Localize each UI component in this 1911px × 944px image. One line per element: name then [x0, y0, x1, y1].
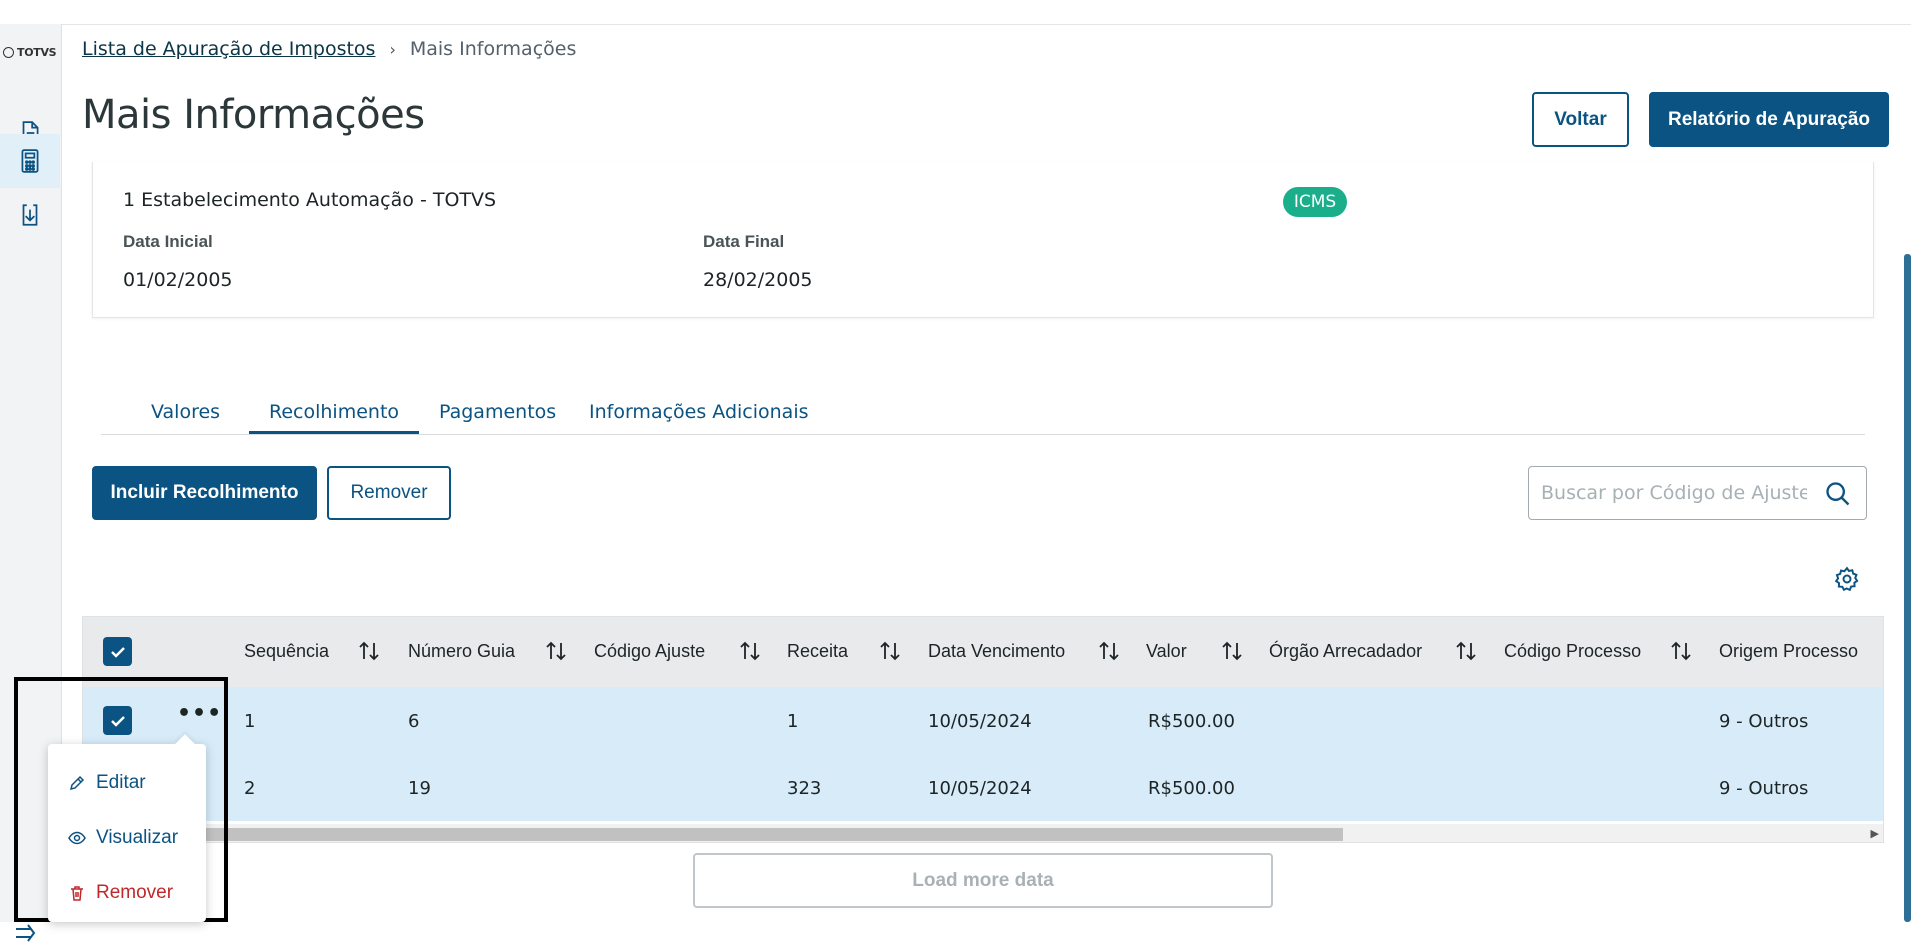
cell-data-vencimento: 10/05/2024 [928, 711, 1032, 732]
totvs-logo: TOTVS [3, 46, 57, 59]
eye-icon [68, 831, 86, 845]
table-row[interactable]: 2 19 323 10/05/2024 R$500.00 9 - Outros [83, 754, 1883, 821]
breadcrumb-link-lista[interactable]: Lista de Apuração de Impostos [82, 38, 375, 60]
sort-icon[interactable] [1455, 639, 1477, 663]
table-header: Sequência Número Guia Código Ajuste Rece… [83, 617, 1883, 687]
establishment-text: 1 Estabelecimento Automação - TOTVS [123, 189, 497, 211]
vertical-scrollbar[interactable] [1904, 254, 1911, 922]
top-divider [0, 24, 1911, 25]
column-header-sequencia[interactable]: Sequência [244, 641, 329, 662]
cell-receita: 323 [787, 778, 822, 799]
pencil-icon [69, 775, 85, 791]
sidebar-item-calculator[interactable] [0, 134, 60, 188]
menu-item-label: Editar [96, 772, 146, 793]
back-button[interactable]: Voltar [1532, 92, 1629, 147]
cell-numero-guia: 6 [408, 711, 420, 732]
menu-item-remover[interactable]: Remover [68, 882, 173, 904]
cell-valor: R$500.00 [1148, 711, 1235, 732]
include-recolhimento-button[interactable]: Incluir Recolhimento [92, 466, 317, 520]
tab-bar: Valores Recolhimento Pagamentos Informaç… [101, 372, 1865, 435]
download-icon [22, 204, 38, 226]
check-icon [110, 646, 125, 658]
breadcrumb: Lista de Apuração de Impostos › Mais Inf… [82, 38, 576, 60]
trash-icon [71, 886, 83, 901]
cell-receita: 1 [787, 711, 799, 732]
sort-icon[interactable] [1098, 639, 1120, 663]
column-header-numero-guia[interactable]: Número Guia [408, 641, 515, 662]
logo-icon [3, 47, 14, 58]
row-actions-menu: Editar Visualizar Remover [48, 734, 206, 922]
table-row[interactable]: ••• 1 6 1 10/05/2024 R$500.00 9 - Outros [83, 687, 1883, 754]
tax-tag: ICMS [1283, 187, 1347, 217]
chevron-right-icon: › [389, 39, 396, 59]
end-date-label: Data Final [703, 232, 785, 251]
calculator-icon [21, 149, 39, 173]
sort-icon[interactable] [739, 639, 761, 663]
sort-icon[interactable] [358, 639, 380, 663]
breadcrumb-current: Mais Informações [409, 38, 577, 60]
remove-button[interactable]: Remover [327, 466, 451, 520]
cell-valor: R$500.00 [1148, 778, 1235, 799]
menu-item-visualizar[interactable]: Visualizar [68, 827, 178, 849]
cell-origem-processo: 9 - Outros [1719, 711, 1809, 732]
start-date-label: Data Inicial [123, 232, 213, 251]
menu-item-label: Remover [96, 882, 174, 903]
recolhimento-table: Sequência Número Guia Código Ajuste Rece… [82, 616, 1884, 843]
load-more-button[interactable]: Load more data [693, 853, 1273, 908]
logo-text: TOTVS [17, 46, 57, 59]
search-input[interactable] [1539, 477, 1809, 509]
start-date-value: 01/02/2005 [123, 269, 233, 291]
scrollbar-thumb[interactable] [203, 828, 1343, 841]
tab-valores[interactable]: Valores [131, 384, 240, 434]
column-header-orgao-arrecadador[interactable]: Órgão Arrecadador [1269, 641, 1422, 662]
tab-informacoes-adicionais[interactable]: Informações Adicionais [569, 384, 829, 434]
sort-icon[interactable] [545, 639, 567, 663]
gear-icon[interactable] [1834, 566, 1860, 592]
cell-sequencia: 2 [244, 778, 256, 799]
cell-origem-processo: 9 - Outros [1719, 778, 1809, 799]
cell-sequencia: 1 [244, 711, 256, 732]
cell-data-vencimento: 10/05/2024 [928, 778, 1032, 799]
select-all-checkbox[interactable] [103, 637, 132, 666]
tab-pagamentos[interactable]: Pagamentos [419, 384, 576, 434]
column-header-valor[interactable]: Valor [1146, 641, 1187, 662]
sort-icon[interactable] [879, 639, 901, 663]
tab-recolhimento[interactable]: Recolhimento [249, 384, 420, 434]
menu-item-editar[interactable]: Editar [68, 772, 146, 794]
page-title: Mais Informações [82, 92, 425, 138]
sort-icon[interactable] [1670, 639, 1692, 663]
column-header-codigo-ajuste[interactable]: Código Ajuste [594, 641, 705, 662]
sidebar-item-download[interactable] [0, 188, 60, 242]
search-icon[interactable] [1824, 480, 1852, 508]
collapse-sidebar-icon[interactable] [14, 922, 40, 944]
menu-item-label: Visualizar [96, 827, 179, 848]
sort-icon[interactable] [1221, 639, 1243, 663]
column-header-codigo-processo[interactable]: Código Processo [1504, 641, 1641, 662]
column-header-origem-processo[interactable]: Origem Processo [1719, 641, 1858, 662]
cell-numero-guia: 19 [408, 778, 431, 799]
column-header-data-vencimento[interactable]: Data Vencimento [928, 641, 1065, 662]
end-date-value: 28/02/2005 [703, 269, 813, 291]
report-button[interactable]: Relatório de Apuração [1649, 92, 1889, 147]
scroll-right-icon[interactable]: ▶ [1871, 827, 1879, 840]
horizontal-scrollbar[interactable]: ▶ [83, 824, 1883, 842]
column-header-receita[interactable]: Receita [787, 641, 848, 662]
info-card [92, 162, 1874, 318]
search-field [1528, 466, 1867, 520]
